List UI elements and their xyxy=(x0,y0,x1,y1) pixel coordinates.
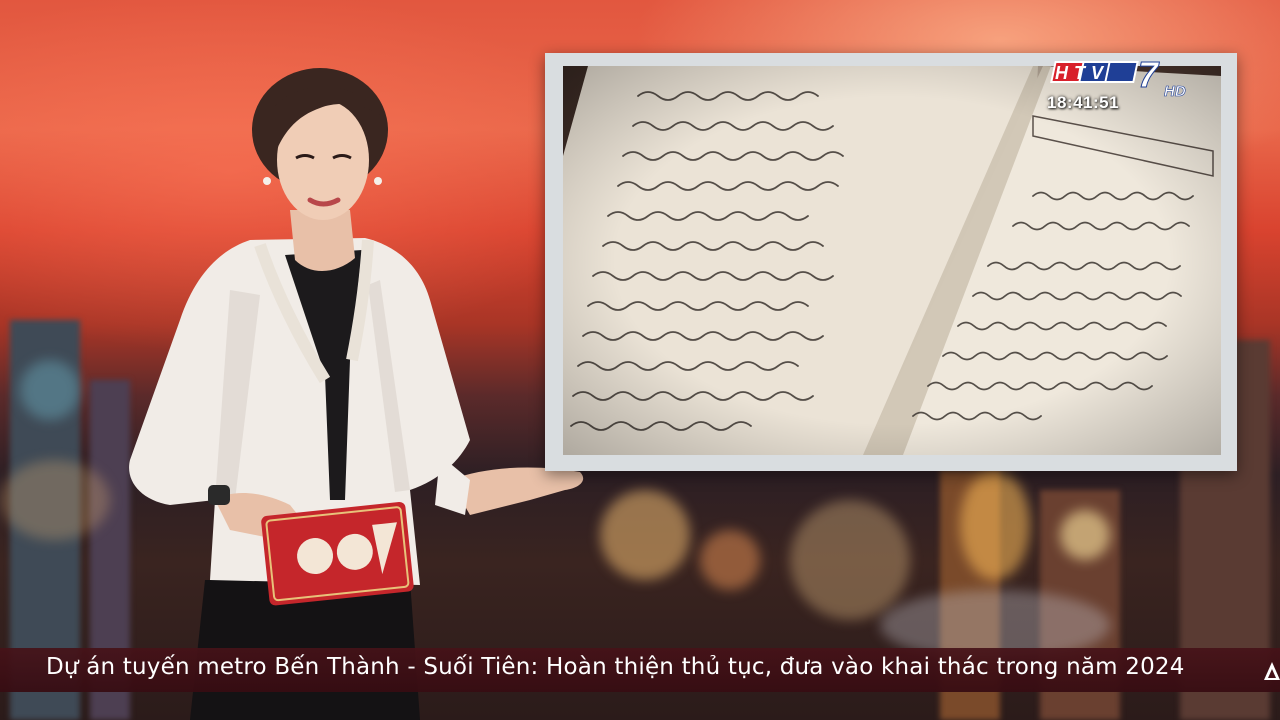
news-anchor xyxy=(129,68,584,720)
hd-badge: HD xyxy=(1164,83,1186,100)
bokeh-light xyxy=(1060,510,1110,560)
bokeh-light xyxy=(600,490,690,580)
handwritten-notebook-image xyxy=(563,66,1221,455)
bokeh-light xyxy=(700,530,760,590)
notebook-image-panel xyxy=(545,53,1237,471)
notebook-pages xyxy=(563,66,1221,455)
ticker-headline: Dự án tuyến metro Bến Thành - Suối Tiên:… xyxy=(46,654,1185,680)
svg-text:7: 7 xyxy=(1138,60,1160,95)
ticker-arrow-icon xyxy=(1264,662,1280,680)
broadcast-clock: 18:41:51 xyxy=(1047,93,1120,112)
bokeh-light xyxy=(960,470,1030,580)
bokeh-light xyxy=(790,500,910,620)
bokeh-light xyxy=(0,460,110,540)
logo-letters: HTV xyxy=(1055,63,1109,83)
bokeh-light xyxy=(20,360,80,420)
news-ticker: Dự án tuyến metro Bến Thành - Suối Tiên:… xyxy=(0,648,1280,692)
